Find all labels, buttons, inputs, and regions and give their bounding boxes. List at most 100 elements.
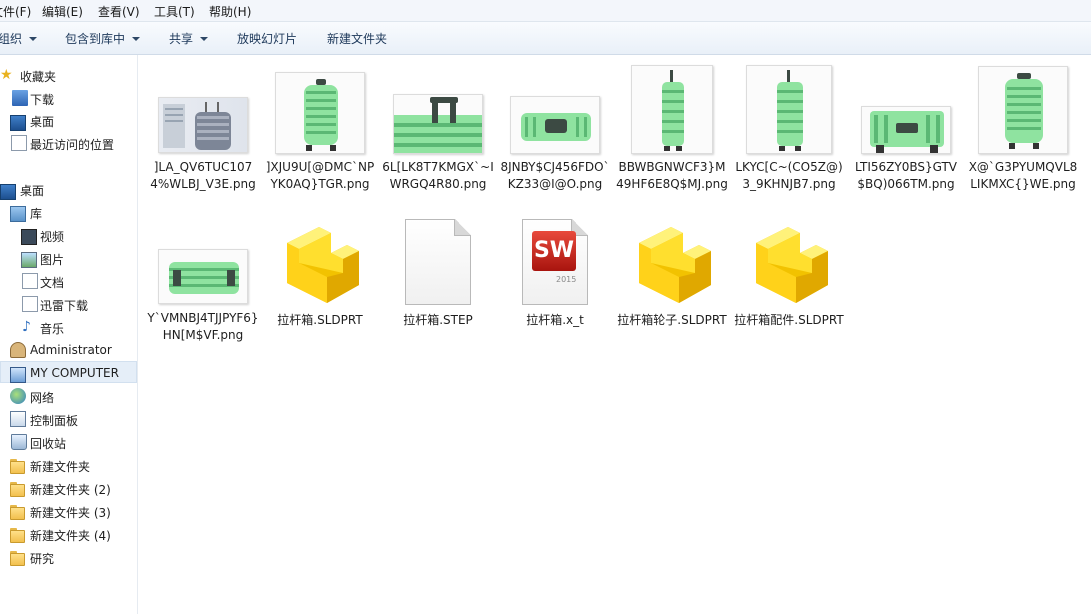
nav-admin[interactable]: Administrator	[0, 339, 137, 361]
file-name: LKYC[C~(CO5Z@)3_9KHNJB7.png	[735, 160, 843, 191]
menu-file[interactable]: 文件(F)	[0, 3, 31, 20]
part-file-icon	[744, 223, 834, 309]
file-name: Y`VMNBJ4TJJPYF6}HN[M$VF.png	[147, 311, 259, 342]
nav-downloads-label: 下载	[30, 93, 55, 107]
file-item[interactable]: ]XJU9U[@DMC`NPYK0AQ}TGR.png	[264, 65, 376, 215]
nav-computer[interactable]: MY COMPUTER	[0, 361, 137, 383]
file-name: 拉杆箱配件.SLDPRT	[734, 313, 844, 327]
computer-icon	[10, 367, 26, 383]
video-icon	[21, 229, 37, 245]
file-item[interactable]: 拉杆箱轮子.SLDPRT	[616, 223, 728, 373]
nav-favorites-label: 收藏夹	[20, 70, 57, 84]
nav-recent[interactable]: 最近访问的位置	[0, 132, 137, 154]
document-icon	[405, 219, 471, 305]
part-icon	[756, 227, 828, 303]
suitcase-thumbnail-icon	[169, 262, 239, 294]
file-list[interactable]: ]LA_QV6TUC1074%WLBJ_V3E.png ]XJU9U[@DMC`…	[139, 55, 1091, 614]
nav-network[interactable]: 网络	[0, 385, 137, 407]
image-thumbnail	[746, 65, 832, 154]
file-item[interactable]: Y`VMNBJ4TJJPYF6}HN[M$VF.png	[147, 223, 259, 373]
file-name: 拉杆箱轮子.SLDPRT	[617, 313, 727, 327]
slideshow-button[interactable]: 放映幻灯片	[237, 30, 297, 47]
image-thumbnail	[978, 66, 1068, 154]
file-item[interactable]: SW 2015 拉杆箱.x_t	[499, 219, 611, 373]
nav-folder-2[interactable]: 新建文件夹 (2)	[0, 477, 137, 499]
nav-favorites[interactable]: ★ 收藏夹	[0, 64, 137, 86]
nav-recycle-bin-label: 回收站	[30, 437, 67, 451]
document-file-icon	[405, 219, 471, 305]
menu-bar: 文件(F) 编辑(E) 查看(V) 工具(T) 帮助(H)	[0, 0, 1091, 22]
music-icon: ♪	[22, 319, 31, 335]
suitcase-thumbnail-icon	[304, 79, 338, 151]
nav-thunder-label: 迅雷下载	[40, 299, 89, 313]
nav-folder-4[interactable]: 新建文件夹 (4)	[0, 523, 137, 545]
suitcase-thumbnail-icon	[521, 113, 591, 141]
nav-admin-label: Administrator	[30, 343, 112, 357]
nav-libraries-label: 库	[30, 207, 43, 221]
file-item[interactable]: LKYC[C~(CO5Z@)3_9KHNJB7.png	[733, 65, 845, 215]
include-library-label: 包含到库中	[65, 32, 126, 46]
nav-recent-label: 最近访问的位置	[30, 138, 115, 152]
thunder-download-icon	[22, 296, 38, 312]
file-item[interactable]: 8JNBY$CJ456FDO`KZ33@I@O.png	[499, 65, 611, 215]
image-thumbnail	[158, 97, 248, 153]
menu-view[interactable]: 查看(V)	[98, 3, 140, 20]
nav-videos[interactable]: 视频	[0, 224, 137, 246]
include-library-button[interactable]: 包含到库中	[65, 30, 141, 47]
menu-tools[interactable]: 工具(T)	[154, 3, 195, 20]
chevron-down-icon	[29, 37, 38, 41]
suitcase-thumbnail-icon	[394, 97, 482, 153]
nav-desktop[interactable]: 桌面	[0, 178, 137, 200]
nav-research-label: 研究	[30, 552, 55, 566]
nav-music[interactable]: ♪ 音乐	[0, 316, 137, 338]
document-icon	[22, 273, 38, 289]
nav-research[interactable]: 研究	[0, 546, 137, 568]
file-name: 拉杆箱.SLDPRT	[277, 313, 363, 327]
image-thumbnail	[393, 94, 483, 154]
file-item[interactable]: X@`G3PYUMQVL8LIKMXC{}WE.png	[967, 65, 1079, 215]
file-item[interactable]: ]LA_QV6TUC1074%WLBJ_V3E.png	[147, 65, 259, 215]
nav-recycle-bin[interactable]: 回收站	[0, 431, 137, 453]
nav-libraries[interactable]: 库	[0, 201, 137, 223]
nav-documents-label: 文档	[40, 276, 65, 290]
nav-folder-1[interactable]: 新建文件夹	[0, 454, 137, 476]
nav-pictures-label: 图片	[40, 253, 65, 267]
command-bar: 组织 包含到库中 共享 放映幻灯片 新建文件夹	[0, 22, 1091, 55]
folder-icon	[10, 505, 26, 521]
organize-button[interactable]: 组织	[0, 30, 38, 47]
nav-folder-4-label: 新建文件夹 (4)	[30, 529, 111, 543]
desktop-icon	[0, 184, 16, 200]
new-folder-button[interactable]: 新建文件夹	[327, 30, 387, 47]
file-item[interactable]: 拉杆箱.SLDPRT	[264, 223, 376, 373]
share-button[interactable]: 共享	[169, 30, 209, 47]
file-item[interactable]: BBWBGNWCF3}M49HF6E8Q$MJ.png	[616, 65, 728, 215]
nav-thunder[interactable]: 迅雷下载	[0, 293, 137, 315]
suitcase-thumbnail-icon	[870, 111, 944, 153]
file-name: 8JNBY$CJ456FDO`KZ33@I@O.png	[500, 160, 610, 191]
nav-documents[interactable]: 文档	[0, 270, 137, 292]
nav-videos-label: 视频	[40, 230, 65, 244]
organize-label: 组织	[0, 32, 23, 46]
control-panel-icon	[10, 411, 26, 427]
file-item[interactable]: 拉杆箱配件.SLDPRT	[733, 223, 845, 373]
nav-folder-3[interactable]: 新建文件夹 (3)	[0, 500, 137, 522]
file-item[interactable]: 6L[LK8T7KMGX`~IWRGQ4R80.png	[382, 65, 494, 215]
menu-edit[interactable]: 编辑(E)	[42, 3, 83, 20]
download-folder-icon	[12, 90, 28, 106]
file-item[interactable]: LTI56ZY0BS}GTV$BQ)066TM.png	[850, 65, 962, 215]
file-item[interactable]: 拉杆箱.STEP	[382, 219, 494, 373]
nav-pictures[interactable]: 图片	[0, 247, 137, 269]
nav-control-panel[interactable]: 控制面板	[0, 408, 137, 430]
solidworks-version: 2015	[556, 275, 577, 284]
nav-desktop-fav-label: 桌面	[30, 115, 55, 129]
nav-downloads[interactable]: 下载	[0, 87, 137, 109]
part-file-icon	[275, 223, 365, 309]
nav-desktop-fav[interactable]: 桌面	[0, 109, 137, 131]
menu-help[interactable]: 帮助(H)	[209, 3, 251, 20]
navigation-pane[interactable]: ★ 收藏夹 下载 桌面 最近访问的位置 桌面 库 视频 图片 文档 迅雷下载 ♪…	[0, 55, 138, 614]
nav-control-panel-label: 控制面板	[30, 414, 79, 428]
nav-desktop-label: 桌面	[20, 184, 45, 198]
nav-computer-label: MY COMPUTER	[30, 366, 119, 380]
nav-folder-2-label: 新建文件夹 (2)	[30, 483, 111, 497]
image-thumbnail	[631, 65, 713, 154]
